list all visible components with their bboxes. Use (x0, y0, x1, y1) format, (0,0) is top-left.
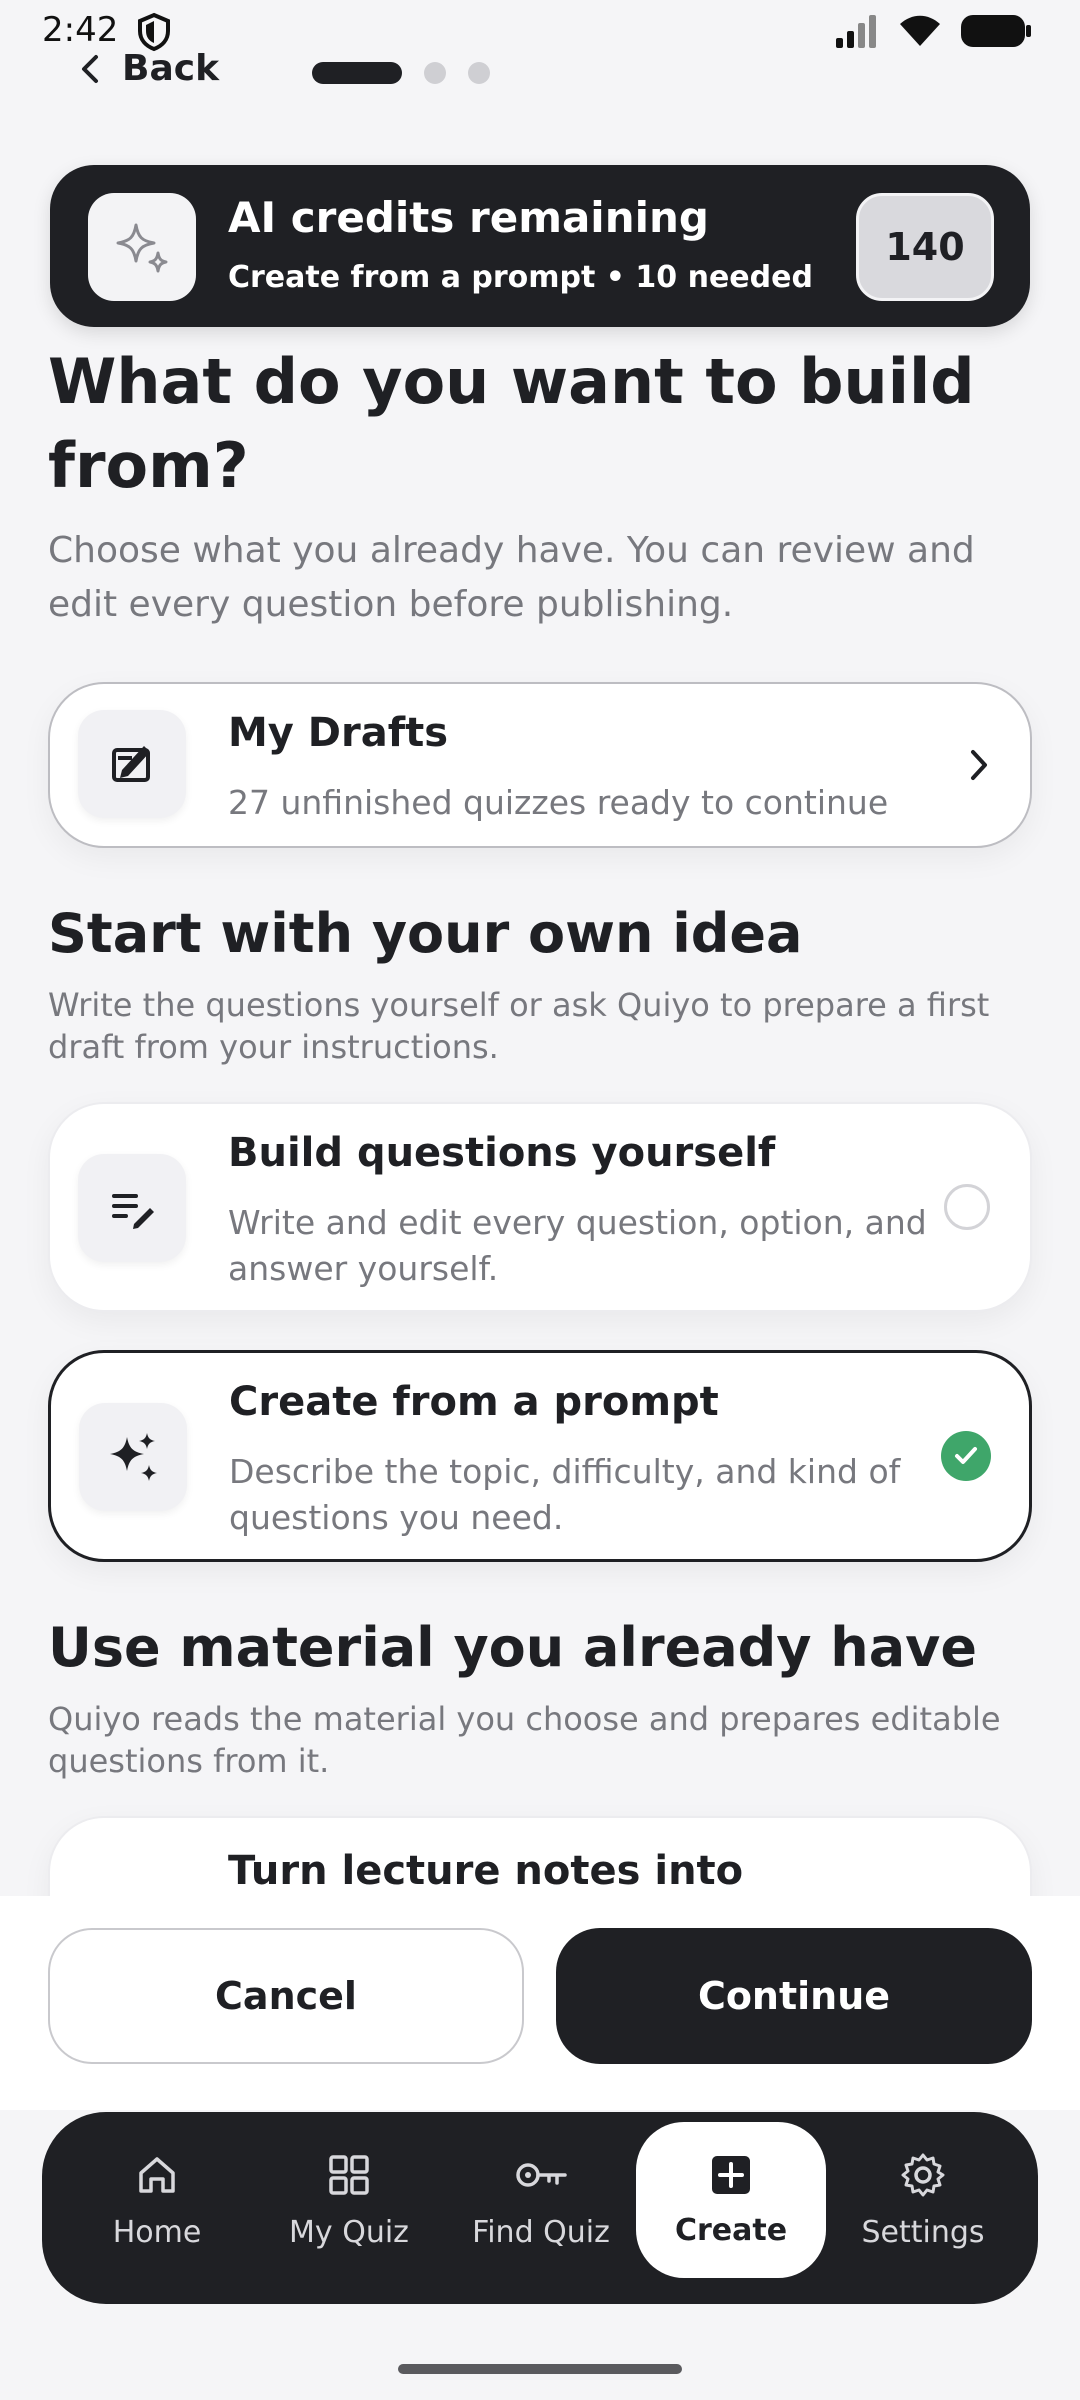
tab-settings[interactable]: Settings (828, 2122, 1018, 2278)
tab-home[interactable]: Home (62, 2122, 252, 2278)
option-desc: Write and edit every question, option, a… (228, 1203, 927, 1288)
key-icon (516, 2162, 567, 2187)
section-own-title: Start with your own idea (48, 902, 803, 965)
tab-label: Find Quiz (472, 2214, 610, 2250)
chevron-left-icon (82, 54, 98, 83)
tab-label: My Quiz (289, 2214, 409, 2250)
ai-credits-banner: AI credits remaining Create from a promp… (50, 165, 1030, 327)
step-dot (468, 62, 490, 84)
tab-label: Home (112, 2214, 202, 2250)
credits-count-badge: 140 (856, 193, 994, 301)
credits-title: AI credits remaining (228, 193, 709, 242)
tab-label: Settings (861, 2214, 985, 2250)
tab-find-quiz[interactable]: Find Quiz (446, 2122, 636, 2278)
credits-subtitle: Create from a prompt • 10 needed (228, 260, 813, 295)
option-desc: Describe the topic, difficulty, and kind… (229, 1452, 901, 1537)
option-title: Turn lecture notes into (228, 1848, 744, 1894)
radio-unselected[interactable] (944, 1184, 990, 1230)
option-icon-container (79, 1403, 187, 1511)
page-title: What do you want to build from? (48, 345, 975, 502)
drafts-title: My Drafts (228, 710, 449, 756)
edit-list-icon (112, 1194, 154, 1229)
gear-icon (901, 2153, 945, 2196)
option-icon-container (78, 1154, 186, 1262)
back-label: Back (122, 48, 220, 89)
status-indicators (834, 14, 1032, 48)
status-time: 2:42 (42, 10, 119, 50)
home-icon (139, 2156, 175, 2193)
page-lead: Choose what you already have. You can re… (48, 530, 975, 625)
wifi-icon (900, 15, 940, 46)
shield-icon (138, 12, 170, 52)
option-title: Create from a prompt (229, 1379, 719, 1425)
signal-icon (836, 15, 876, 48)
sparkles-icon (110, 1433, 157, 1481)
sparkles-icon (116, 223, 168, 273)
step-indicator (312, 62, 490, 84)
grid-icon (329, 2154, 369, 2195)
chevron-right-icon (971, 750, 987, 780)
sparkles-icon-container (88, 193, 196, 301)
continue-button[interactable]: Continue (556, 1928, 1032, 2064)
section-material-desc: Quiyo reads the material you choose and … (48, 1700, 1001, 1780)
battery-icon (961, 15, 1031, 47)
step-dot-active (312, 62, 402, 84)
option-build-yourself[interactable]: Build questions yourself Write and edit … (48, 1102, 1032, 1312)
step-dot (424, 62, 446, 84)
check-circle-icon[interactable] (941, 1431, 991, 1481)
my-drafts-card[interactable]: My Drafts 27 unfinished quizzes ready to… (48, 682, 1032, 848)
draft-edit-icon (112, 746, 150, 782)
drafts-desc: 27 unfinished quizzes ready to continue (228, 783, 889, 822)
section-own-desc: Write the questions yourself or ask Quiy… (48, 986, 990, 1066)
drafts-icon-container (78, 710, 186, 818)
home-indicator (398, 2364, 682, 2374)
plus-square-icon (712, 2155, 750, 2194)
back-button[interactable]: Back (80, 48, 219, 89)
option-title: Build questions yourself (228, 1130, 776, 1176)
bottom-tab-bar: Home My Quiz Find Quiz Create Settings (42, 2112, 1038, 2304)
action-bar: Cancel Continue (0, 1896, 1080, 2110)
cancel-button[interactable]: Cancel (48, 1928, 524, 2064)
tab-create[interactable]: Create (636, 2122, 826, 2278)
tab-label: Create (674, 2212, 788, 2248)
tab-my-quiz[interactable]: My Quiz (254, 2122, 444, 2278)
section-material-title: Use material you already have (48, 1616, 977, 1679)
checkmark-icon (955, 1447, 977, 1464)
option-create-from-prompt[interactable]: Create from a prompt Describe the topic,… (48, 1350, 1032, 1562)
